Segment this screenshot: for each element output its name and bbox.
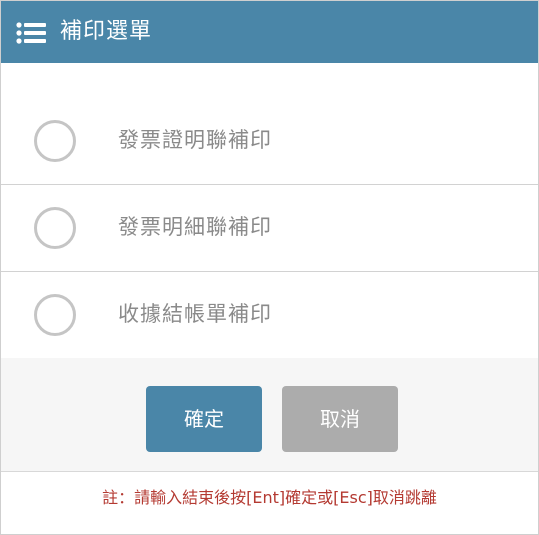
cancel-button[interactable]: 取消 bbox=[282, 386, 398, 452]
option-label: 收據結帳單補印 bbox=[118, 302, 272, 326]
radio-button[interactable] bbox=[34, 294, 76, 336]
reprint-menu-dialog: 補印選單 發票證明聯補印 發票明細聯補印 收據結帳單補印 確定 取消 註：請輸入… bbox=[0, 0, 539, 535]
button-bar: 確定 取消 bbox=[1, 358, 538, 472]
option-label: 發票證明聯補印 bbox=[118, 128, 272, 152]
keyboard-hint-note: 註：請輸入結束後按[Ent]確定或[Esc]取消跳離 bbox=[102, 488, 437, 507]
option-invoice-detail[interactable]: 發票明細聯補印 bbox=[1, 186, 538, 272]
option-label: 發票明細聯補印 bbox=[118, 215, 272, 239]
list-icon bbox=[16, 22, 46, 44]
dialog-header: 補印選單 bbox=[1, 1, 538, 63]
option-receipt-bill[interactable]: 收據結帳單補印 bbox=[1, 273, 538, 359]
option-invoice-proof[interactable]: 發票證明聯補印 bbox=[1, 99, 538, 185]
dialog-title: 補印選單 bbox=[60, 19, 153, 44]
confirm-button[interactable]: 確定 bbox=[146, 386, 262, 452]
radio-button[interactable] bbox=[34, 120, 76, 162]
radio-button[interactable] bbox=[34, 207, 76, 249]
